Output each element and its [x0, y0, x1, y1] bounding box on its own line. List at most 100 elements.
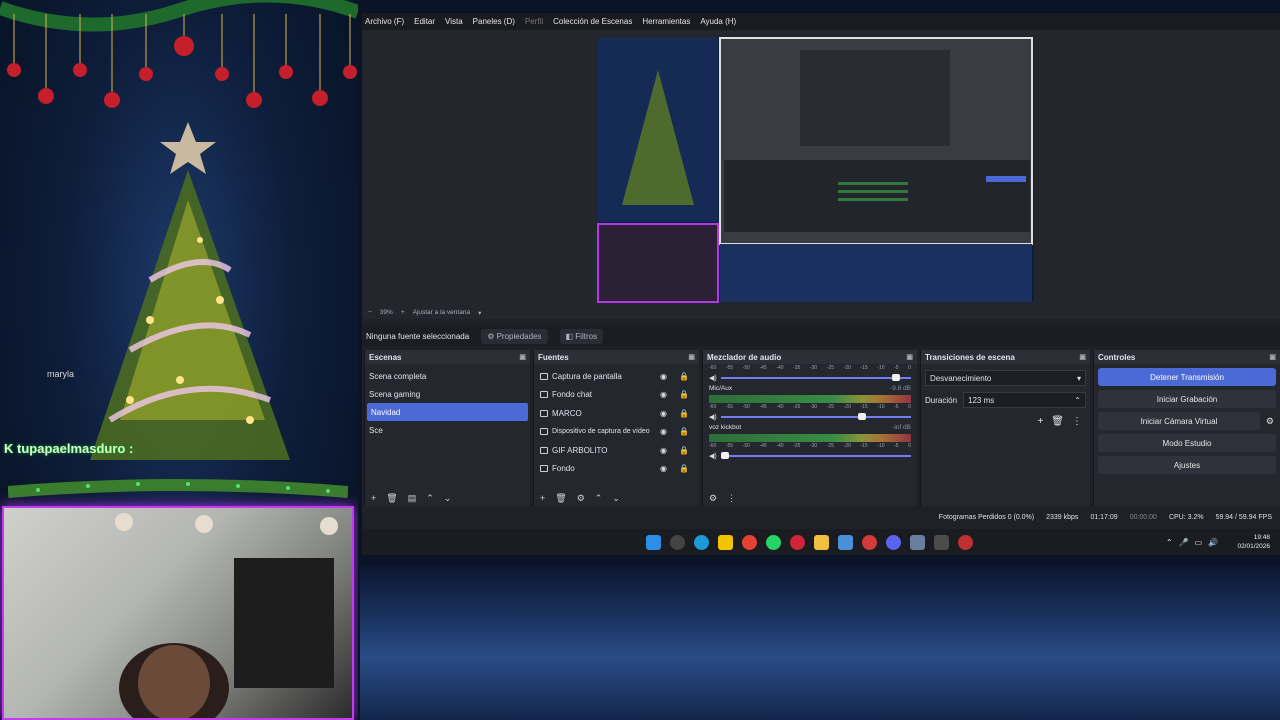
fader-knob[interactable] — [891, 374, 900, 381]
edge-icon[interactable] — [694, 534, 709, 550]
store-icon[interactable] — [838, 534, 853, 550]
source-item[interactable]: Dispositivo de captura de vídeo ◉ 🔒 — [534, 423, 699, 442]
arrow-up-icon[interactable]: ⌃ — [595, 493, 603, 504]
more-icon[interactable]: ⋮ — [1072, 416, 1082, 427]
menu-perfil[interactable]: Perfil — [525, 17, 543, 26]
scene-item[interactable]: Scena completa — [365, 367, 530, 385]
clock-date: 02/01/2026 — [1237, 543, 1270, 550]
lock-icon[interactable]: 🔒 — [679, 446, 689, 455]
gear-icon[interactable]: ⚙ — [709, 493, 717, 504]
source-item[interactable]: GIF ARBOLITO ◉ 🔒 — [534, 441, 699, 460]
eye-icon[interactable]: ◉ — [660, 427, 667, 436]
duration-input[interactable]: 123 ms ⌃ — [963, 392, 1086, 408]
dock-float-icon[interactable]: ▣ — [1079, 353, 1086, 361]
chevron-down-icon[interactable]: ▾ — [478, 309, 481, 317]
start-recording-button[interactable]: Iniciar Grabación — [1098, 390, 1276, 408]
channel-db: -inf dB — [892, 424, 911, 431]
menu-paneles[interactable]: Paneles (D) — [473, 17, 515, 26]
trash-icon[interactable]: 🗑 — [555, 493, 566, 504]
obs-icon[interactable] — [958, 534, 973, 550]
eye-icon[interactable]: ◉ — [660, 372, 667, 381]
lock-icon[interactable]: 🔒 — [679, 409, 689, 418]
volume-fader[interactable]: ◀) — [709, 413, 911, 421]
fader-knob[interactable] — [720, 452, 729, 459]
system-tray-icons[interactable]: ⌃🎤▭🔊 — [1166, 538, 1224, 547]
whatsapp-icon[interactable] — [766, 534, 781, 550]
menu-herramientas[interactable]: Herramientas — [642, 17, 690, 26]
transition-value: Desvanecimiento — [930, 373, 992, 383]
settings-button[interactable]: Ajustes — [1098, 456, 1276, 474]
start-virtual-camera-button[interactable]: Iniciar Cámara Virtual — [1098, 412, 1260, 430]
lock-icon[interactable]: 🔒 — [679, 464, 689, 473]
menu-editar[interactable]: Editar — [414, 17, 435, 26]
windows-start-icon[interactable] — [646, 534, 661, 550]
dock-float-icon[interactable]: ▣ — [519, 353, 526, 361]
fader-track[interactable] — [720, 452, 911, 459]
app-icon[interactable] — [934, 534, 949, 550]
fader-track[interactable] — [720, 413, 911, 420]
transition-select[interactable]: Desvanecimiento ▾ — [925, 370, 1086, 386]
menu-ayuda[interactable]: Ayuda (H) — [700, 17, 736, 26]
stop-stream-button[interactable]: Detener Transmisión — [1098, 368, 1276, 386]
lock-icon[interactable]: 🔒 — [679, 427, 689, 436]
dock-float-icon[interactable]: ▣ — [1269, 353, 1276, 361]
eye-icon[interactable]: ◉ — [660, 409, 667, 418]
discord-icon[interactable] — [886, 534, 901, 550]
trash-icon[interactable]: 🗑 — [386, 493, 397, 504]
sticky-notes-icon[interactable] — [718, 534, 733, 550]
add-icon[interactable]: + — [540, 493, 545, 503]
fader-knob[interactable] — [857, 413, 866, 420]
eye-icon[interactable]: ◉ — [660, 390, 667, 399]
opera-icon[interactable] — [790, 534, 805, 550]
more-icon[interactable]: ⋮ — [727, 493, 736, 504]
app-icon[interactable] — [910, 534, 925, 550]
eye-icon[interactable]: ◉ — [660, 446, 667, 455]
source-item[interactable]: MARCO ◉ 🔒 — [534, 404, 699, 423]
search-icon[interactable] — [670, 534, 685, 550]
menu-vista[interactable]: Vista — [445, 17, 463, 26]
speaker-icon[interactable]: ◀) — [709, 452, 717, 460]
system-clock[interactable]: 19:48 02/01/2026 — [1237, 533, 1270, 551]
fit-window-select[interactable]: Ajustar a la ventana — [413, 309, 470, 316]
spinner-icon[interactable]: ⌃ — [1074, 396, 1081, 405]
arrow-down-icon[interactable]: ⌄ — [444, 493, 452, 504]
arrow-up-icon[interactable]: ⌃ — [426, 493, 434, 504]
source-item[interactable]: Fondo chat ◉ 🔒 — [534, 386, 699, 405]
gear-icon[interactable]: ⚙ — [577, 493, 585, 504]
source-item[interactable]: Captura de pantalla ◉ 🔒 — [534, 367, 699, 386]
lock-icon[interactable]: 🔒 — [679, 390, 689, 399]
volume-fader[interactable]: ◀) — [709, 374, 911, 382]
properties-button[interactable]: ⚙ Propiedades — [481, 328, 548, 344]
studio-mode-button[interactable]: Modo Estudio — [1098, 434, 1276, 452]
trash-icon[interactable]: 🗑 — [1051, 416, 1064, 427]
speaker-icon[interactable]: ◀) — [709, 374, 717, 382]
menu-coleccion-escenas[interactable]: Colección de Escenas — [553, 17, 632, 26]
file-explorer-icon[interactable] — [814, 534, 829, 550]
source-item[interactable]: Fondo ◉ 🔒 — [534, 460, 699, 479]
speaker-icon[interactable]: ◀) — [709, 413, 717, 421]
add-icon[interactable]: + — [371, 493, 376, 503]
dock-float-icon[interactable]: ▣ — [688, 353, 695, 361]
scene-item-selected[interactable]: Navidad — [367, 403, 528, 421]
preview-area[interactable] — [362, 30, 1280, 319]
lock-icon[interactable]: 🔒 — [679, 372, 689, 381]
filters-button[interactable]: ◧ Filtros — [559, 328, 604, 344]
scene-item[interactable]: Scena gaming — [365, 385, 530, 403]
volume-fader[interactable]: ◀) — [709, 452, 911, 460]
arrow-down-icon[interactable]: ⌄ — [612, 493, 620, 504]
chrome-icon[interactable] — [742, 534, 757, 550]
zoom-in-button[interactable]: + — [401, 309, 405, 316]
filter-icon[interactable]: ▤ — [408, 493, 417, 504]
scene-item[interactable]: Sce — [365, 421, 530, 439]
scale-tick: -45 — [759, 443, 767, 449]
scale-tick: -15 — [860, 365, 868, 371]
menu-archivo[interactable]: Archivo (F) — [365, 17, 404, 26]
scale-tick: -50 — [742, 443, 750, 449]
dock-float-icon[interactable]: ▣ — [906, 353, 913, 361]
app-icon[interactable] — [862, 534, 877, 550]
eye-icon[interactable]: ◉ — [660, 464, 667, 473]
zoom-out-button[interactable]: − — [368, 309, 372, 316]
fader-track[interactable] — [720, 374, 911, 381]
add-icon[interactable]: + — [1037, 416, 1043, 427]
gear-icon[interactable]: ⚙ — [1266, 416, 1274, 427]
